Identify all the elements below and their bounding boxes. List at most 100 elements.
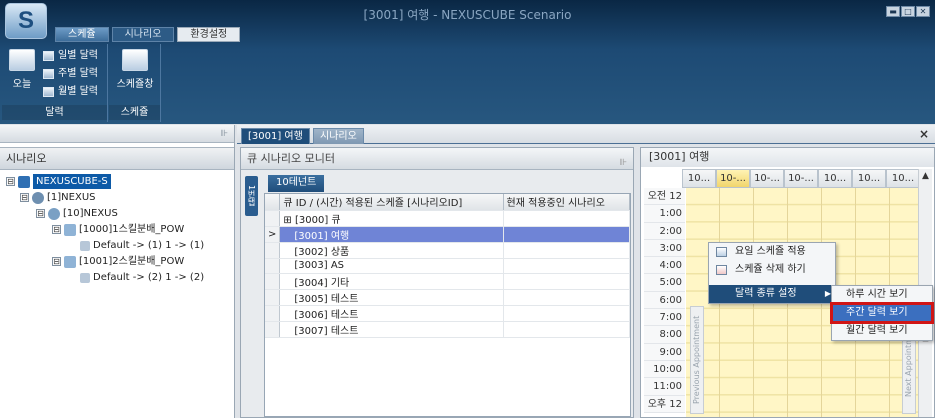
daily-label: 일별 달력 [58, 50, 98, 61]
scenario-node-icon [64, 223, 76, 236]
tree-node-label: [1000]1스킬분배_POW [79, 224, 185, 235]
scenario-node-icon [64, 255, 76, 268]
weekly-calendar-button[interactable]: 주별 달력 [43, 66, 98, 82]
site-node-icon [32, 191, 44, 204]
monthly-calendar-button[interactable]: 월별 달력 [43, 84, 98, 100]
schedule-icon [122, 49, 148, 71]
tree-node-label: [1]NEXUS [47, 192, 96, 203]
row-marker: > [265, 226, 281, 243]
monitor-pin-icon[interactable]: ⊪ [619, 153, 627, 174]
tree-node-scenario-1001[interactable]: ⊟ [1001]2스킬분배_POW [52, 254, 184, 269]
today-button[interactable]: 오늘 [6, 49, 38, 90]
month-calendar-icon [43, 87, 54, 97]
column-header-current[interactable]: 현재 적용중인 시나리오 [503, 194, 631, 211]
day-header[interactable]: 10... [682, 169, 716, 188]
day-header[interactable]: 10-... [750, 169, 784, 188]
close-icon[interactable]: ✕ [916, 6, 930, 17]
current-scenario-cell [503, 289, 631, 306]
tenant-tab[interactable]: 10테넌트 [268, 175, 325, 192]
scenario-panel: ⊪ 시나리오 ⊟ NEXUSCUBE-S ⊟ [1]NEXUS ⊟ [10]NE… [0, 125, 235, 418]
weekly-label: 주별 달력 [58, 68, 98, 79]
previous-appointment-button[interactable]: Previous Appointment [690, 306, 704, 414]
tree-node-root[interactable]: ⊟ NEXUSCUBE-S [6, 174, 111, 189]
calendar-today-icon [9, 49, 35, 71]
expand-icon[interactable]: ⊞ [283, 215, 291, 226]
day-header[interactable]: 10... [852, 169, 886, 188]
collapse-icon[interactable]: ⊟ [52, 257, 61, 266]
table-row[interactable]: [3007] 테스트 [265, 321, 631, 338]
tab-scenario[interactable]: 시나리오 [111, 27, 175, 42]
doc-tab-3001[interactable]: [3001] 여행 [241, 128, 310, 144]
tree-node-rule-1000[interactable]: Default -> (1) 1 -> (1) [80, 238, 204, 253]
ribbon-group-schedule: 스케쥴창 스케쥴 [109, 44, 161, 122]
maximize-icon[interactable]: □ [901, 6, 915, 17]
monitor-title: 큐 시나리오 모니터 [247, 152, 335, 165]
hour-label: 11:00 [644, 378, 685, 396]
calendar-type-submenu: 하루 시간 보기 주간 달력 보기 월간 달력 보기 [830, 285, 934, 341]
context-menu: 요일 스케쥴 적용 스케쥴 삭제 하기 달력 종류 설정 ▶ [708, 242, 836, 304]
ribbon-group-calendar: 오늘 일별 달력 주별 달력 월별 달력 달력 [2, 44, 108, 122]
day-header[interactable]: 10-... [784, 169, 818, 188]
table-row[interactable]: [3004] 기타 [265, 273, 631, 290]
tree-node-label: Default -> (1) 1 -> (1) [93, 240, 205, 251]
monthly-label: 월별 달력 [58, 86, 98, 97]
current-scenario-cell [503, 226, 631, 243]
menu-item-label: 스케쥴 삭제 하기 [735, 264, 806, 275]
apply-weekday-schedule-item[interactable]: 요일 스케쥴 적용 [709, 243, 835, 261]
menu-item-label: 달력 종류 설정 [735, 288, 797, 299]
table-row[interactable]: ⊞ [3000] 큐 [265, 210, 631, 227]
queue-cell: [3003] AS [279, 258, 504, 274]
week-view-item[interactable]: 주간 달력 보기 [830, 302, 934, 324]
scroll-up-icon[interactable]: ▲ [919, 169, 932, 183]
row-marker [265, 273, 281, 290]
queue-scenario-monitor: 큐 시나리오 모니터 ⊪ 1번탭 10테넌트 큐 ID / (시간) 적용된 스… [240, 147, 634, 418]
table-row[interactable]: [3003] AS [265, 258, 631, 274]
hour-label: 3:00 [644, 239, 685, 258]
calendar-type-setting-item[interactable]: 달력 종류 설정 ▶ [709, 285, 835, 303]
menu-item-label: 요일 스케쥴 적용 [735, 246, 806, 257]
table-row[interactable]: [3006] 테스트 [265, 305, 631, 322]
day-header[interactable]: 10... [818, 169, 852, 188]
tree-node-nexus[interactable]: ⊟ [1]NEXUS [20, 190, 95, 205]
ribbon-tabs: 스케쥴 시나리오 환경설정 [55, 27, 241, 42]
tree-node-scenario-1000[interactable]: ⊟ [1000]1스킬분배_POW [52, 222, 184, 237]
table-row[interactable]: [3005] 테스트 [265, 289, 631, 306]
table-row[interactable]: [3002] 상품 [265, 242, 631, 259]
collapse-icon[interactable]: ⊟ [52, 225, 61, 234]
minimize-icon[interactable]: ▬ [886, 6, 900, 17]
day-view-item[interactable]: 하루 시간 보기 [832, 286, 932, 304]
today-label: 오늘 [12, 79, 32, 90]
vertical-tab[interactable]: 1번탭 [245, 176, 258, 216]
daily-calendar-button[interactable]: 일별 달력 [43, 48, 98, 64]
window-title: [3001] 여행 - NEXUSCUBE Scenario [363, 8, 572, 22]
collapse-icon[interactable]: ⊟ [6, 177, 15, 186]
queue-cell: [3007] 테스트 [279, 321, 504, 338]
root-node-icon [18, 175, 30, 188]
doc-tab-scenario[interactable]: 시나리오 [313, 128, 364, 144]
tree-node-rule-1001[interactable]: Default -> (2) 1 -> (2) [80, 270, 204, 285]
delete-schedule-item[interactable]: 스케쥴 삭제 하기 [709, 261, 835, 279]
row-marker [265, 305, 281, 322]
rule-node-icon [80, 272, 90, 283]
current-scenario-cell [503, 210, 631, 227]
tree-node-tenant[interactable]: ⊟ [10]NEXUS [36, 206, 118, 221]
day-calendar-icon [43, 51, 54, 61]
month-view-item[interactable]: 월간 달력 보기 [832, 322, 932, 340]
column-header-queue[interactable]: 큐 ID / (시간) 적용된 스케쥴 [시나리오ID] [279, 194, 504, 211]
table-row[interactable]: > [3001] 여행 [265, 226, 631, 243]
close-tab-icon[interactable]: × [919, 127, 929, 141]
collapse-icon[interactable]: ⊟ [36, 209, 45, 218]
day-header-current[interactable]: 10-... [716, 169, 750, 188]
tab-schedule[interactable]: 스케쥴 [55, 27, 109, 42]
grid-header-row: 큐 ID / (시간) 적용된 스케쥴 [시나리오ID] 현재 적용중인 시나리… [265, 194, 631, 211]
schedule-group-label: 스케쥴 [109, 105, 160, 120]
queue-cell: [3001] 여행 [279, 226, 504, 243]
panel-pin-icon[interactable]: ⊪ [0, 125, 234, 143]
tab-settings[interactable]: 환경설정 [177, 27, 241, 42]
schedule-window-button[interactable]: 스케쥴창 [113, 49, 157, 90]
scenario-panel-header: 시나리오 [0, 147, 234, 170]
day-header[interactable]: 10... [886, 169, 920, 188]
collapse-icon[interactable]: ⊟ [20, 193, 29, 202]
week-calendar-icon [43, 69, 54, 79]
row-marker [265, 321, 281, 338]
